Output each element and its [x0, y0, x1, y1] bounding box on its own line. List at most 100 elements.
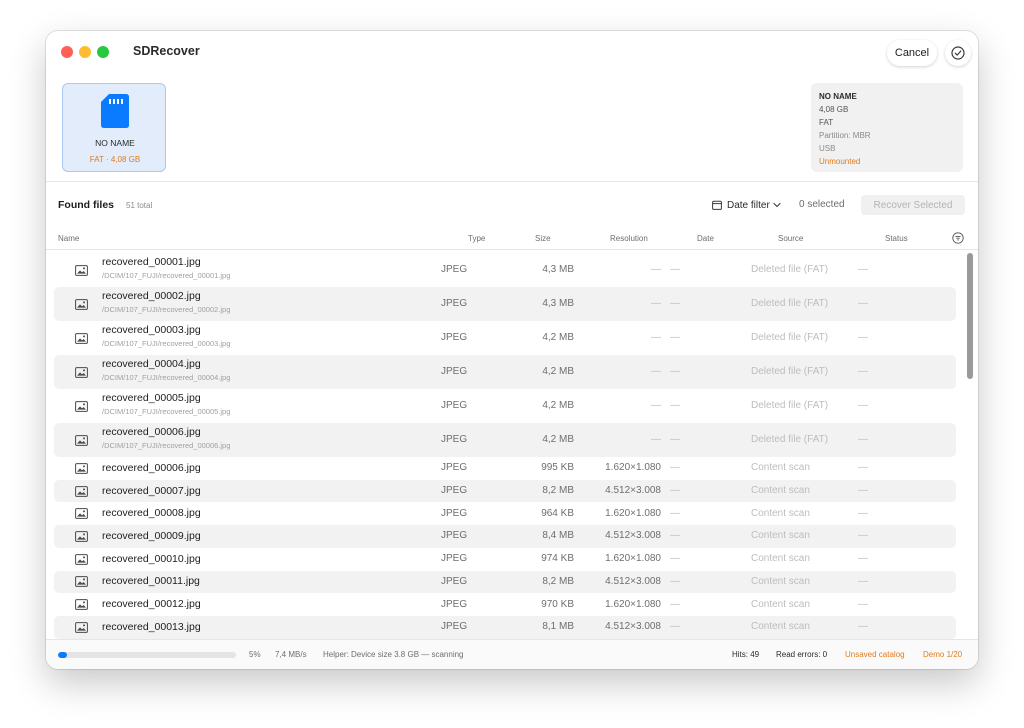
column-header-type[interactable]: Type [468, 234, 485, 243]
column-header-date[interactable]: Date [697, 234, 714, 243]
image-file-icon [75, 621, 88, 633]
chevron-down-icon [773, 202, 781, 208]
image-file-icon [75, 298, 88, 310]
file-source: Content scan [751, 507, 810, 519]
file-row[interactable]: recovered_00001.jpg/DCIM/107_FUJI/recove… [54, 253, 956, 287]
file-type: JPEG [441, 485, 468, 497]
file-row[interactable]: recovered_00004.jpg/DCIM/107_FUJI/recove… [54, 355, 956, 389]
file-size: 8,1 MB [542, 621, 574, 633]
done-button[interactable] [945, 40, 971, 66]
file-status: — [858, 366, 868, 377]
file-resolution: — [651, 298, 661, 309]
zoom-window-button[interactable] [97, 46, 109, 58]
file-resolution: — [651, 264, 661, 275]
file-date: — [670, 462, 680, 474]
file-path: /DCIM/107_FUJI/recovered_00001.jpg [102, 271, 231, 280]
file-source: Deleted file (FAT) [751, 400, 829, 411]
file-row[interactable]: recovered_00002.jpg/DCIM/107_FUJI/recove… [54, 287, 956, 321]
file-size: 4,3 MB [542, 298, 574, 309]
device-info-bus: USB [819, 144, 836, 153]
file-name: recovered_00011.jpg [102, 575, 200, 588]
catalog-status[interactable]: Unsaved catalog [845, 650, 905, 659]
column-header-name[interactable]: Name [58, 234, 79, 243]
column-header-source[interactable]: Source [778, 234, 803, 243]
scan-speed: 7,4 MB/s [275, 650, 307, 659]
column-filter-icon[interactable] [952, 232, 964, 244]
column-header-status[interactable]: Status [885, 234, 908, 243]
file-name: recovered_00010.jpg [102, 552, 201, 565]
file-source: Content scan [751, 530, 810, 542]
image-file-icon [75, 434, 88, 446]
file-date: — [670, 575, 680, 587]
selected-count: 0 selected [799, 199, 845, 210]
file-resolution: 4.512×3.008 [605, 530, 661, 542]
file-source: Deleted file (FAT) [751, 366, 829, 377]
file-size: 964 KB [541, 507, 574, 519]
image-file-icon [75, 485, 88, 497]
file-name: recovered_00013.jpg [102, 620, 201, 633]
file-path: /DCIM/107_FUJI/recovered_00005.jpg [102, 407, 231, 416]
scan-progress-bar [58, 652, 236, 658]
app-window: SDRecover Cancel NO NAME FAT · 4,08 GB N… [46, 31, 978, 669]
image-file-icon [75, 332, 88, 344]
file-list: recovered_00001.jpg/DCIM/107_FUJI/recove… [46, 250, 978, 639]
file-name: recovered_00003.jpg [102, 324, 201, 336]
scrollbar-thumb[interactable] [967, 253, 973, 379]
file-name: recovered_00012.jpg [102, 598, 201, 611]
file-type: JPEG [441, 621, 468, 633]
read-errors-count: Read errors: 0 [776, 650, 828, 659]
file-name: recovered_00006.jpg [102, 461, 201, 474]
file-path: /DCIM/107_FUJI/recovered_00006.jpg [102, 441, 231, 450]
column-header-size[interactable]: Size [535, 234, 551, 243]
recover-selected-button[interactable]: Recover Selected [861, 195, 965, 215]
file-type: JPEG [441, 598, 468, 610]
file-type: JPEG [441, 366, 468, 377]
file-size: 974 KB [541, 553, 574, 565]
file-row[interactable]: recovered_00011.jpg JPEG 8,2 MB 4.512×3.008… [54, 570, 956, 594]
file-source: Deleted file (FAT) [751, 264, 829, 275]
file-row[interactable]: recovered_00010.jpg JPEG 974 KB 1.620×1.080… [54, 548, 956, 571]
file-row[interactable]: recovered_00008.jpg JPEG 964 KB 1.620×1.080… [54, 502, 956, 525]
file-resolution: — [651, 366, 661, 377]
file-row[interactable]: recovered_00005.jpg/DCIM/107_FUJI/recove… [54, 389, 956, 423]
found-files-count: 51 total [126, 201, 153, 210]
file-row[interactable]: recovered_00007.jpg JPEG 8,2 MB 4.512×3.008… [54, 479, 956, 503]
file-row[interactable]: recovered_00012.jpg JPEG 970 KB 1.620×1.080… [54, 593, 956, 616]
file-row[interactable]: recovered_00006.jpg JPEG 995 KB 1.620×1.080… [54, 457, 956, 480]
minimize-window-button[interactable] [79, 46, 91, 58]
device-card-name: NO NAME [95, 138, 135, 148]
hits-count: Hits: 49 [732, 650, 760, 659]
close-window-button[interactable] [61, 46, 73, 58]
device-info-size: 4,08 GB [819, 105, 849, 114]
file-row[interactable]: recovered_00006.jpg/DCIM/107_FUJI/recove… [54, 423, 956, 457]
column-header-resolution[interactable]: Resolution [610, 234, 648, 243]
file-status: — [858, 400, 868, 411]
device-info-name: NO NAME [819, 92, 857, 101]
file-resolution: 4.512×3.008 [605, 485, 661, 497]
file-resolution: 4.512×3.008 [605, 575, 661, 587]
files-toolbar: Found files 51 total Date filter 0 selec… [46, 182, 978, 228]
file-source: Content scan [751, 553, 810, 565]
image-file-icon [75, 264, 88, 276]
cancel-button[interactable]: Cancel [887, 40, 937, 66]
file-type: JPEG [441, 553, 468, 565]
window-title: SDRecover [133, 44, 200, 58]
file-resolution: 1.620×1.080 [605, 598, 661, 610]
file-status: — [858, 332, 868, 343]
file-date: — [670, 434, 680, 445]
file-resolution: 1.620×1.080 [605, 553, 661, 565]
file-row[interactable]: recovered_00009.jpg JPEG 8,4 MB 4.512×3.008… [54, 525, 956, 548]
file-path: /DCIM/107_FUJI/recovered_00004.jpg [102, 373, 231, 382]
file-name: recovered_00008.jpg [102, 507, 201, 520]
file-status: — [858, 507, 868, 519]
device-card[interactable]: NO NAME FAT · 4,08 GB [62, 83, 166, 172]
date-filter-button[interactable]: Date filter [712, 198, 781, 212]
device-card-subtitle: FAT · 4,08 GB [89, 155, 141, 164]
file-row[interactable]: recovered_00013.jpg JPEG 8,1 MB 4.512×3.008… [54, 615, 956, 639]
file-row[interactable]: recovered_00003.jpg/DCIM/107_FUJI/recove… [54, 321, 956, 355]
image-file-icon [75, 508, 88, 520]
device-info-mount-status: Unmounted [819, 157, 861, 166]
image-file-icon [75, 531, 88, 542]
file-date: — [670, 264, 680, 275]
date-filter-label: Date filter [727, 199, 770, 211]
